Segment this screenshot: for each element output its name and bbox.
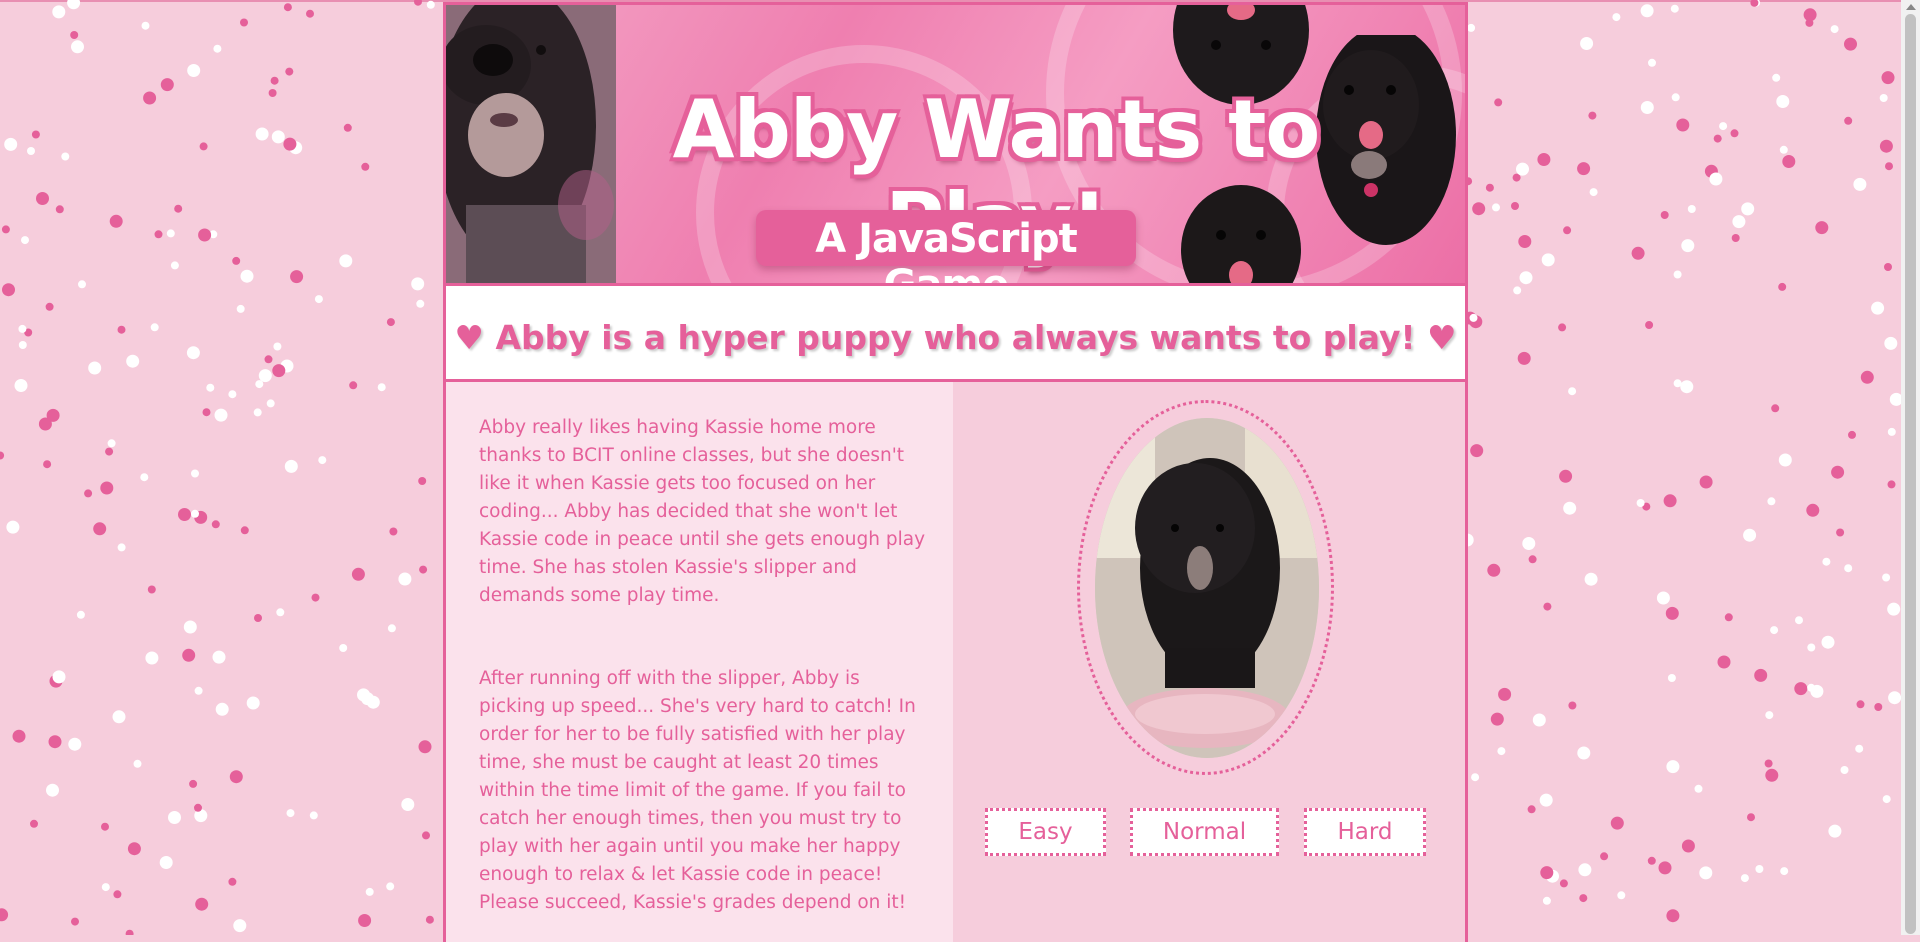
story-paragraph-2: After running off with the slipper, Abby…	[479, 668, 916, 913]
subtitle-badge: A JavaScript Game	[756, 210, 1136, 283]
abby-with-slipper-image	[1095, 418, 1319, 758]
easy-button[interactable]: Easy	[985, 808, 1106, 856]
story-paragraph-1: Abby really likes having Kassie home mor…	[479, 417, 926, 606]
game-start-panel: Easy Normal Hard	[953, 382, 1465, 942]
header-banner: Abby Wants to Play! A JavaScript Game	[446, 2, 1465, 286]
tagline-heading: ♥ Abby is a hyper puppy who always wants…	[454, 318, 1457, 357]
scroll-up-arrow-icon[interactable]	[1906, 4, 1916, 10]
tagline-section: ♥ Abby is a hyper puppy who always wants…	[446, 286, 1465, 382]
hard-button[interactable]: Hard	[1304, 808, 1426, 856]
normal-button[interactable]: Normal	[1130, 808, 1279, 856]
game-subtitle: A JavaScript Game	[815, 216, 1078, 286]
vertical-scrollbar[interactable]	[1901, 0, 1920, 935]
scrollbar-thumb[interactable]	[1905, 14, 1916, 934]
page-container: Abby Wants to Play! A JavaScript Game ♥ …	[443, 2, 1468, 942]
story-panel: Abby really likes having Kassie home mor…	[446, 382, 953, 942]
